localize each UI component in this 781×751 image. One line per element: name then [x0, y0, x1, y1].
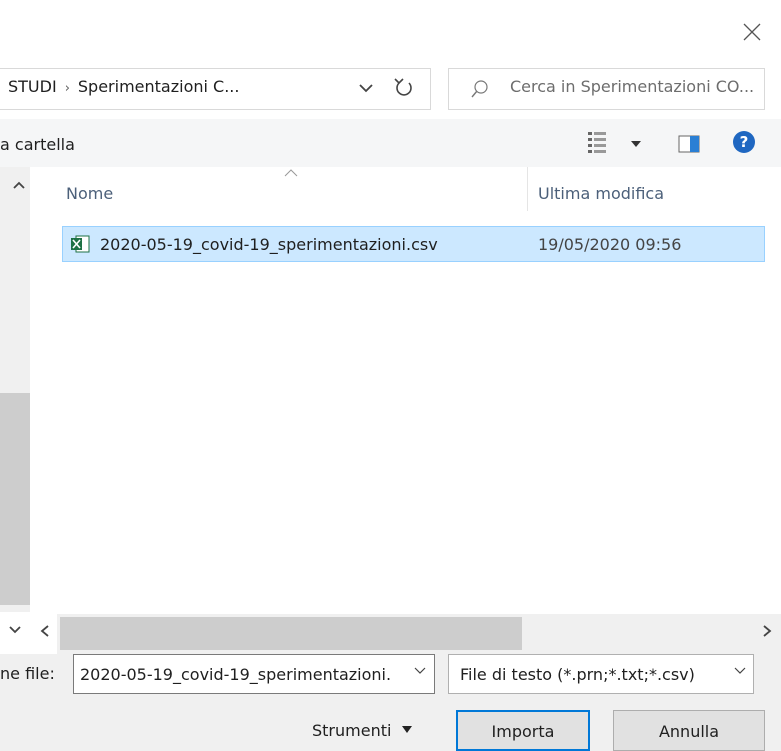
column-header-modified[interactable]: Ultima modifica [538, 184, 664, 203]
cancel-button-label: Annulla [658, 722, 720, 741]
navigation-scroll-thumb[interactable] [0, 393, 30, 605]
column-header-name[interactable]: Nome [66, 184, 113, 203]
close-button[interactable] [732, 12, 772, 52]
scroll-right-icon[interactable] [762, 625, 772, 637]
breadcrumb[interactable]: STUDI › Sperimentazioni C... [8, 77, 239, 96]
scroll-left-icon[interactable] [40, 625, 50, 637]
refresh-icon [394, 78, 412, 96]
breadcrumb-separator: › [64, 81, 70, 96]
horizontal-scroll-thumb[interactable] [60, 617, 522, 650]
search-placeholder: Cerca in Sperimentazioni CO... [510, 77, 755, 96]
column-divider[interactable] [527, 167, 528, 211]
new-folder-button[interactable]: a cartella [0, 135, 75, 154]
scroll-down-icon[interactable] [9, 625, 21, 635]
cancel-button[interactable]: Annulla [613, 710, 765, 751]
tools-menu-button[interactable]: Strumenti [312, 721, 391, 740]
chevron-down-icon[interactable] [356, 78, 376, 98]
preview-pane-icon[interactable] [678, 135, 700, 153]
chevron-down-icon[interactable] [733, 666, 747, 676]
excel-csv-icon [71, 235, 90, 253]
search-icon [471, 80, 488, 98]
refresh-button[interactable] [380, 68, 431, 110]
sort-ascending-icon [284, 169, 298, 177]
import-button-label: Importa [491, 722, 555, 741]
filename-label: ne file: [0, 664, 55, 683]
filename-value[interactable]: 2020-05-19_covid-19_sperimentazioni. [80, 665, 410, 684]
import-button[interactable]: Importa [456, 710, 590, 751]
breadcrumb-root[interactable]: STUDI [8, 77, 57, 96]
close-icon [743, 23, 761, 41]
chevron-down-icon[interactable] [413, 666, 427, 676]
command-toolbar [0, 119, 781, 167]
filetype-value[interactable]: File di testo (*.prn;*.txt;*.csv) [460, 665, 695, 684]
help-icon[interactable]: ? [733, 131, 755, 153]
scroll-up-icon[interactable] [13, 181, 25, 189]
breadcrumb-current[interactable]: Sperimentazioni C... [78, 77, 240, 96]
view-options-icon[interactable] [586, 130, 608, 154]
caret-down-icon[interactable] [402, 726, 412, 734]
file-modified-date: 19/05/2020 09:56 [538, 235, 682, 254]
file-name[interactable]: 2020-05-19_covid-19_sperimentazioni.csv [100, 235, 438, 254]
caret-down-icon[interactable] [631, 141, 641, 149]
